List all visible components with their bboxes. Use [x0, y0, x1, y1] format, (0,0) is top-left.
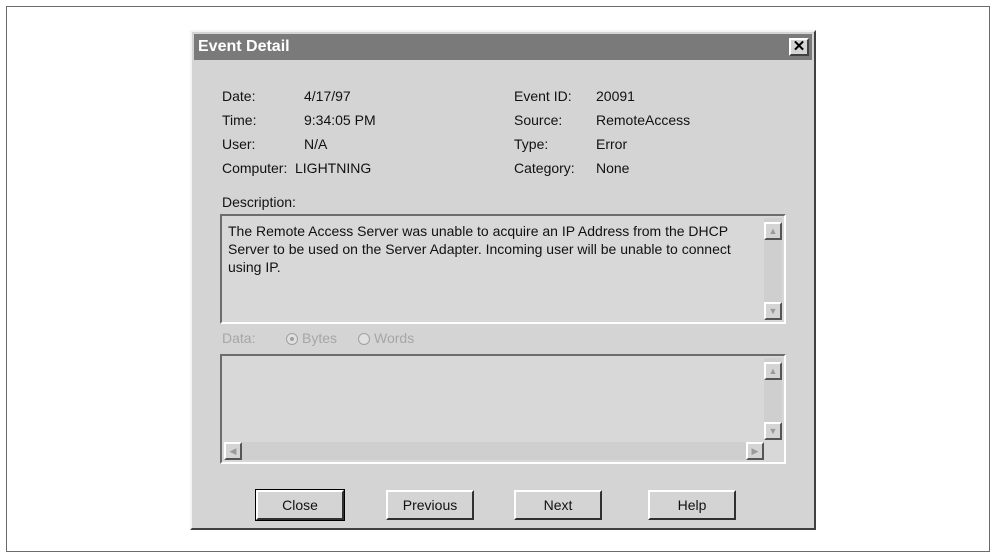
event-id-value: 20091 [596, 88, 635, 104]
date-label: Date: [222, 88, 256, 104]
date-value: 4/17/97 [304, 88, 351, 104]
time-value: 9:34:05 PM [304, 112, 376, 128]
category-label: Category: [514, 160, 575, 176]
radio-selected-icon [286, 333, 298, 345]
bytes-label: Bytes [302, 330, 338, 346]
next-button[interactable]: Next [514, 490, 602, 520]
radio-empty-icon [358, 333, 370, 345]
data-vertical-scrollbar[interactable]: ▲ ▼ [764, 358, 782, 440]
down-arrow-icon[interactable]: ▼ [764, 302, 782, 320]
description-label: Description: [222, 194, 296, 210]
close-window-button[interactable]: ✕ [789, 38, 809, 56]
next-button-label: Next [543, 497, 573, 513]
window-title: Event Detail [198, 38, 290, 55]
right-arrow-icon[interactable]: ▶ [746, 442, 764, 460]
close-button-label: Close [282, 497, 318, 513]
user-label: User: [222, 136, 256, 152]
description-box[interactable]: The Remote Access Server was unable to a… [220, 214, 786, 324]
event-id-label: Event ID: [514, 88, 572, 104]
help-button[interactable]: Help [648, 490, 736, 520]
close-button[interactable]: Close [255, 489, 345, 521]
previous-button[interactable]: Previous [386, 490, 474, 520]
type-label: Type: [514, 136, 549, 152]
source-value: RemoteAccess [596, 112, 691, 128]
help-button-label: Help [677, 497, 707, 513]
computer-value: LIGHTNING [295, 160, 372, 176]
previous-button-label: Previous [402, 497, 458, 513]
event-detail-dialog: Event Detail ✕ Date: 4/17/97 Time: 9:34:… [190, 30, 816, 530]
data-label: Data: [222, 330, 256, 346]
category-value: None [596, 160, 630, 176]
up-arrow-icon[interactable]: ▲ [764, 362, 782, 380]
title-bar[interactable]: Event Detail ✕ [194, 34, 812, 60]
down-arrow-icon[interactable]: ▼ [764, 422, 782, 440]
bytes-radio[interactable]: Bytes [286, 330, 337, 346]
close-icon: ✕ [792, 38, 806, 55]
description-text: The Remote Access Server was unable to a… [228, 223, 731, 275]
words-label: Words [374, 330, 415, 346]
time-label: Time: [222, 112, 257, 128]
left-arrow-icon[interactable]: ◀ [224, 442, 242, 460]
computer-label: Computer: [222, 160, 288, 176]
user-value: N/A [304, 136, 328, 152]
data-horizontal-scrollbar[interactable]: ◀ ▶ [224, 442, 764, 460]
description-scrollbar[interactable]: ▲ ▼ [764, 218, 782, 320]
type-value: Error [596, 136, 628, 152]
words-radio[interactable]: Words [358, 330, 414, 346]
source-label: Source: [514, 112, 563, 128]
data-box[interactable]: ▲ ▼ ◀ ▶ [220, 354, 786, 464]
up-arrow-icon[interactable]: ▲ [764, 222, 782, 240]
